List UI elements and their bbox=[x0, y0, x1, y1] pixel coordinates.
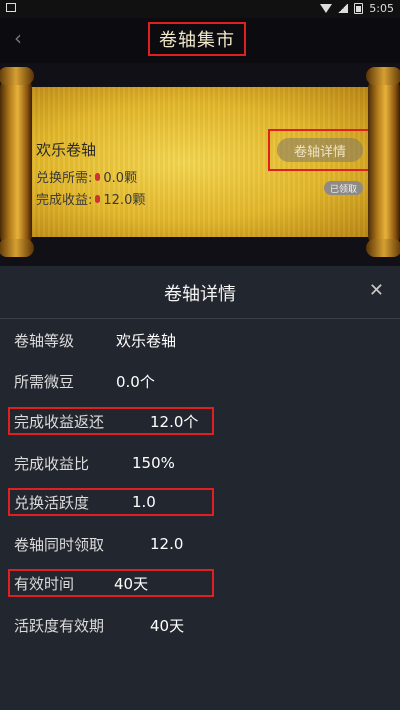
status-bar: 5:05 bbox=[0, 0, 400, 18]
close-icon[interactable]: ✕ bbox=[369, 280, 384, 301]
row-value: 12.0个 bbox=[150, 412, 199, 431]
income-value: 12.0颗 bbox=[103, 193, 146, 208]
detail-row-level: 卷轴等级 欢乐卷轴 bbox=[14, 329, 176, 351]
row-label: 卷轴等级 bbox=[14, 331, 75, 350]
status-time: 5:05 bbox=[369, 2, 394, 15]
scroll-detail-button[interactable]: 卷轴详情 bbox=[277, 138, 363, 162]
sheet-title: 卷轴详情 bbox=[164, 284, 236, 305]
square-icon bbox=[6, 1, 16, 15]
row-value: 150% bbox=[132, 454, 175, 472]
chevron-left-icon[interactable]: ‹ bbox=[14, 26, 22, 50]
scroll-rod-left bbox=[0, 67, 34, 257]
detail-row-activity-valid: 活跃度有效期 40天 bbox=[14, 614, 184, 636]
detail-row-activity: 兑换活跃度 1.0 bbox=[14, 491, 156, 513]
detail-row-ratio: 完成收益比 150% bbox=[14, 452, 175, 474]
page-title: 卷轴集市 bbox=[148, 22, 246, 56]
detail-button-highlight: 卷轴详情 bbox=[268, 129, 372, 171]
row-value: 40天 bbox=[114, 574, 149, 593]
row-label: 所需微豆 bbox=[14, 372, 75, 391]
row-label: 有效时间 bbox=[14, 574, 75, 593]
row-label: 兑换活跃度 bbox=[14, 493, 90, 512]
row-label: 完成收益返还 bbox=[14, 412, 105, 431]
scroll-card: 欢乐卷轴 兑换所需: 0.0颗 完成收益: 12.0颗 卷轴详情 已领取 bbox=[0, 63, 400, 266]
scroll-rod-right bbox=[366, 67, 400, 257]
row-label: 卷轴同时领取 bbox=[14, 535, 105, 554]
detail-sheet: 卷轴详情 ✕ 卷轴等级 欢乐卷轴 所需微豆 0.0个 完成收益返还 12.0个 … bbox=[0, 266, 400, 710]
signal-icon bbox=[338, 4, 349, 13]
row-label: 活跃度有效期 bbox=[14, 616, 105, 635]
row-value: 1.0 bbox=[132, 493, 156, 511]
detail-row-simultaneous: 卷轴同时领取 12.0 bbox=[14, 533, 183, 555]
battery-icon bbox=[354, 3, 364, 14]
scroll-paper: 欢乐卷轴 兑换所需: 0.0颗 完成收益: 12.0颗 卷轴详情 已领取 bbox=[28, 87, 372, 237]
scroll-name: 欢乐卷轴 bbox=[36, 141, 97, 159]
row-value: 40天 bbox=[150, 616, 185, 635]
detail-row-valid-time: 有效时间 40天 bbox=[14, 572, 148, 594]
divider bbox=[0, 318, 400, 319]
row-value: 欢乐卷轴 bbox=[116, 331, 177, 350]
row-value: 0.0个 bbox=[116, 372, 155, 391]
top-bar: ‹ 卷轴集市 bbox=[0, 18, 400, 63]
detail-row-beans: 所需微豆 0.0个 bbox=[14, 370, 155, 392]
cost-value: 0.0颗 bbox=[103, 171, 138, 186]
claimed-badge: 已领取 bbox=[324, 181, 364, 195]
detail-row-return: 完成收益返还 12.0个 bbox=[14, 410, 198, 432]
wifi-icon bbox=[320, 4, 333, 13]
cost-line: 兑换所需: 0.0颗 bbox=[36, 167, 137, 186]
bean-icon bbox=[95, 194, 101, 203]
cost-label: 兑换所需: bbox=[36, 171, 93, 186]
income-label: 完成收益: bbox=[36, 193, 93, 208]
row-value: 12.0 bbox=[150, 535, 184, 553]
row-label: 完成收益比 bbox=[14, 454, 90, 473]
bean-icon bbox=[95, 172, 101, 181]
income-line: 完成收益: 12.0颗 bbox=[36, 189, 145, 208]
